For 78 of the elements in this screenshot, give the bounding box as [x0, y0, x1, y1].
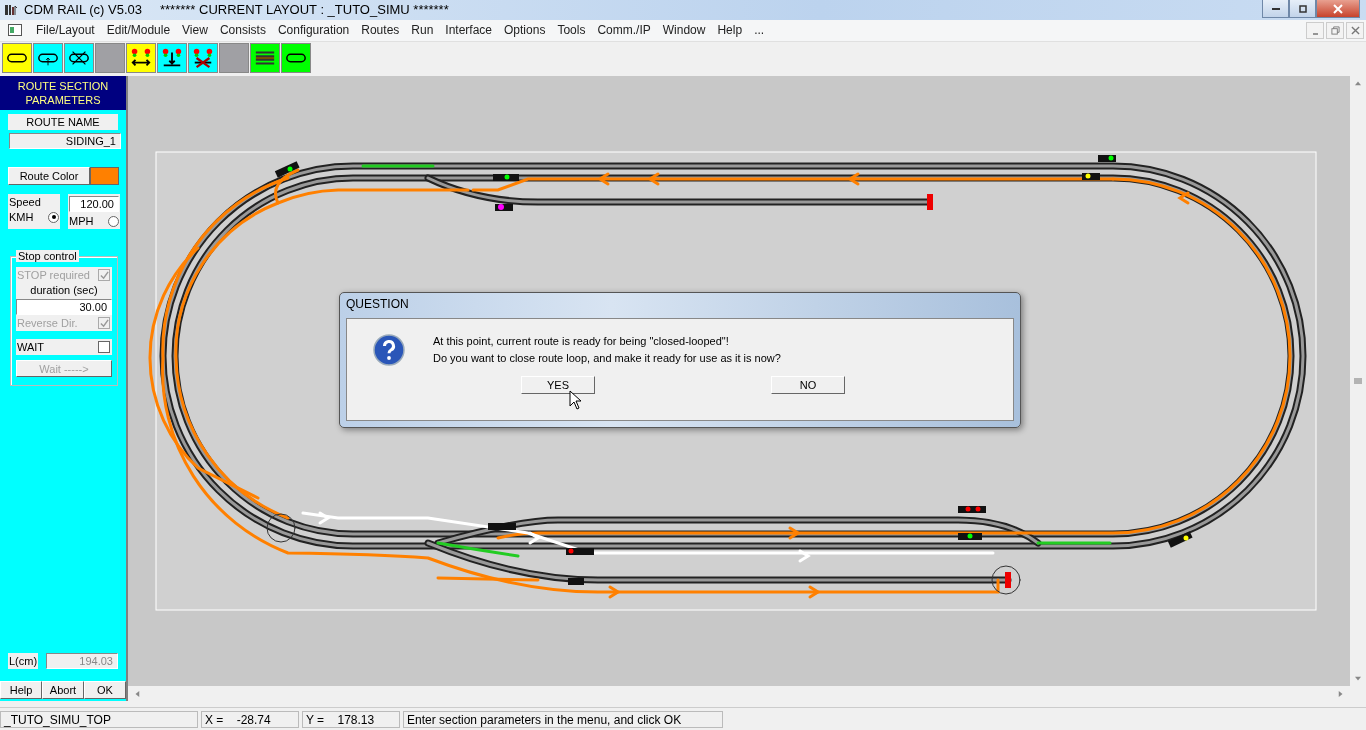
dialog-message: Do you want to close route loop, and make it ready for use as it is now? — [433, 351, 781, 367]
up-arrow-icon[interactable] — [1354, 80, 1362, 87]
speed-label: Speed — [9, 196, 42, 209]
menu-item[interactable]: Help — [711, 23, 749, 38]
menu-item[interactable]: Routes — [355, 23, 406, 38]
toolbar-button[interactable] — [250, 43, 280, 74]
menu-item[interactable]: File/Layout — [30, 23, 101, 38]
menu-item[interactable]: Edit/Module — [100, 23, 177, 38]
right-arrow-icon[interactable] — [1338, 689, 1344, 698]
minimize-icon — [1271, 7, 1280, 10]
menu-item[interactable]: Interface — [439, 23, 499, 38]
duration-field[interactable]: 30.00 — [16, 299, 112, 316]
minimize-icon — [1312, 33, 1318, 36]
unit-label: MPH — [69, 215, 94, 228]
route-color-button[interactable]: Route Color — [8, 167, 90, 186]
dialog-button[interactable]: YES — [521, 376, 595, 395]
status-field: Enter section parameters in the menu, and click OK — [403, 710, 723, 728]
dialog-message: At this point, current route is ready for being "closed-looped"! — [433, 334, 730, 350]
duration-label: duration (sec) — [16, 283, 112, 300]
length-label: L(cm) — [8, 653, 39, 670]
close-button[interactable] — [1316, 0, 1360, 18]
toolbar-button[interactable] — [33, 43, 63, 74]
route-name-field[interactable]: SIDING_1 — [9, 133, 121, 150]
down-arrow-icon[interactable] — [1354, 676, 1362, 683]
checkbox[interactable] — [98, 341, 110, 354]
status-field: Y = 178.13 — [302, 710, 400, 728]
child-close-button[interactable] — [1346, 21, 1364, 39]
menu-item[interactable]: Tools — [551, 23, 592, 38]
checkbox-label: Reverse Dir. — [17, 317, 78, 330]
restore-button[interactable] — [1289, 0, 1316, 18]
left-arrow-icon[interactable] — [134, 689, 140, 698]
unit-label: KMH — [9, 211, 34, 224]
document-icon[interactable] — [8, 24, 22, 37]
child-restore-button[interactable] — [1326, 21, 1344, 39]
panel-button[interactable]: OK — [84, 681, 126, 700]
radio-button[interactable] — [108, 215, 119, 227]
menu-item[interactable]: Comm./IP — [591, 23, 657, 38]
menu-item[interactable]: ... — [748, 23, 771, 38]
toolbar-button[interactable] — [157, 43, 187, 74]
status-field: _TUTO_SIMU_TOP — [0, 710, 198, 728]
dialog-button[interactable]: NO — [771, 376, 845, 395]
window-title: CDM RAIL (c) V5.03 — [24, 2, 142, 18]
panel-button[interactable]: Help — [0, 681, 42, 700]
toolbar-button[interactable] — [2, 43, 32, 74]
speed-field[interactable]: 120.00 — [69, 196, 119, 213]
toolbar-button[interactable] — [281, 43, 311, 74]
restore-icon — [1330, 25, 1340, 35]
toolbar-button[interactable] — [126, 43, 156, 74]
radio-button[interactable] — [48, 211, 59, 223]
close-icon — [1333, 3, 1343, 14]
toolbar-button[interactable] — [188, 43, 218, 74]
length-readout: 194.03 — [46, 653, 118, 670]
menu-item[interactable]: Consists — [213, 23, 272, 38]
mouse-pointer-icon — [569, 390, 581, 411]
menu-item[interactable]: Options — [498, 23, 552, 38]
signals-icon — [192, 47, 214, 70]
question-icon — [373, 334, 405, 367]
checkbox-label: STOP required — [17, 269, 90, 282]
status-field: X = -28.74 — [201, 710, 299, 728]
minimize-button[interactable] — [1262, 0, 1289, 18]
app-icon — [4, 2, 18, 17]
panel-button[interactable]: Abort — [42, 681, 84, 700]
menu-item[interactable]: Configuration — [271, 23, 356, 38]
field-label: ROUTE NAME — [8, 114, 118, 131]
restore-icon — [1297, 3, 1308, 14]
layout-title: ******* CURRENT LAYOUT : _TUTO_SIMU ******* — [160, 2, 449, 18]
group-legend: Stop control — [16, 250, 79, 263]
menu-item[interactable]: View — [176, 23, 214, 38]
scroll-grip-icon[interactable] — [1354, 377, 1362, 386]
menu-item[interactable]: Run — [405, 23, 440, 38]
dialog-title: QUESTION — [345, 296, 410, 314]
color-swatch[interactable] — [90, 167, 119, 186]
menu-item[interactable]: Window — [656, 23, 712, 38]
toolbar-button[interactable] — [64, 43, 94, 74]
close-icon — [1350, 25, 1360, 35]
child-minimize-button[interactable] — [1306, 21, 1324, 39]
checkbox-label: WAIT — [17, 341, 45, 354]
panel-title: ROUTE SECTION PARAMETERS — [0, 76, 126, 111]
